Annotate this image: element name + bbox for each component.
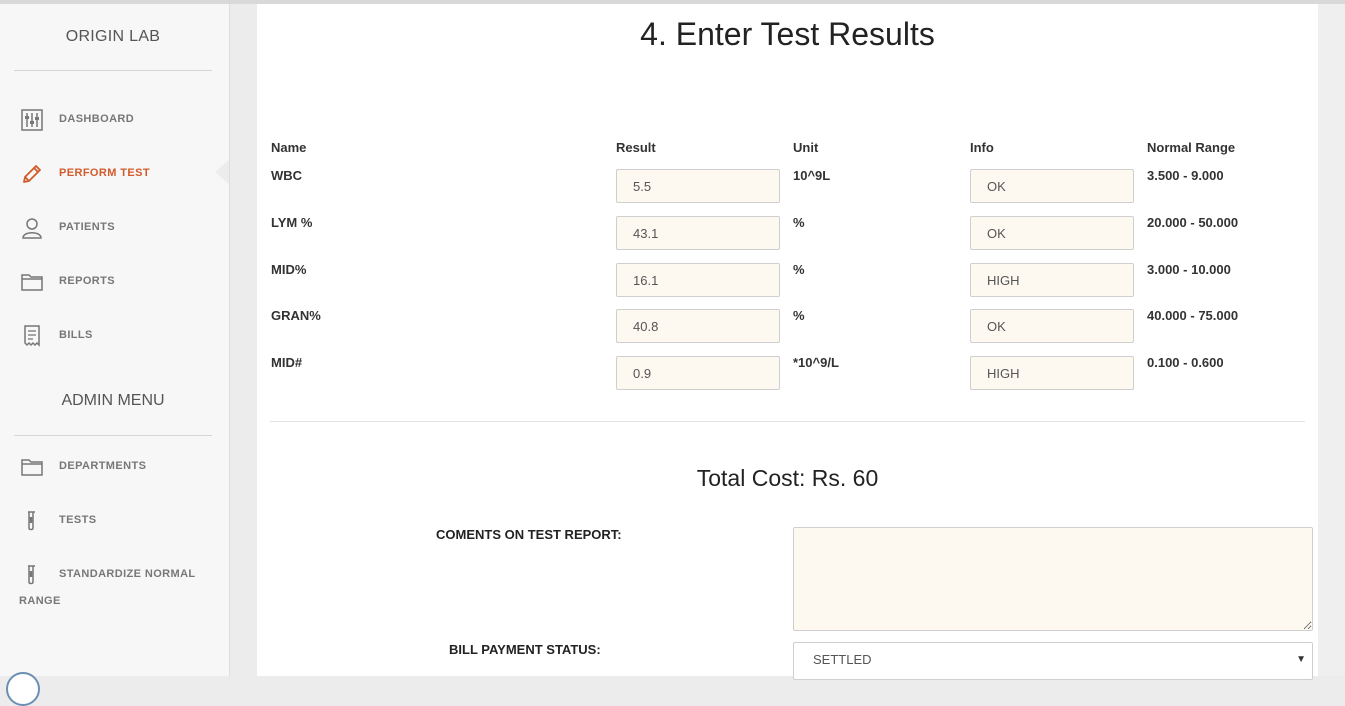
sidebar-item-dashboard[interactable]: DASHBOARD xyxy=(0,100,226,140)
result-row-unit: *10^9/L xyxy=(793,355,839,370)
chevron-down-icon: ▼ xyxy=(1296,654,1306,665)
column-header-name: Name xyxy=(271,140,307,155)
result-input[interactable] xyxy=(616,263,780,297)
receipt-icon xyxy=(24,325,40,347)
page-title: 4. Enter Test Results xyxy=(640,16,935,52)
payment-status-label: BILL PAYMENT STATUS: xyxy=(449,642,601,657)
result-row-range: 3.500 - 9.000 xyxy=(1147,168,1224,183)
sidebar-item-label: STANDARDIZE NORMAL xyxy=(59,568,196,580)
active-item-indicator xyxy=(215,160,229,184)
payment-status-value: SETTLED xyxy=(813,652,872,667)
result-row-unit: % xyxy=(793,215,805,230)
info-field[interactable] xyxy=(970,263,1134,297)
pencil-icon xyxy=(23,165,41,183)
info-field[interactable] xyxy=(970,309,1134,343)
section-divider xyxy=(270,421,1305,422)
sidebar-item-label: DASHBOARD xyxy=(59,113,135,125)
sidebar-item-standardize-normal-range[interactable]: STANDARDIZE NORMAL RANGE xyxy=(0,555,226,615)
result-input[interactable] xyxy=(616,309,780,343)
sidebar-item-label: PATIENTS xyxy=(59,221,115,233)
sidebar-item-label: TESTS xyxy=(59,514,97,526)
sidebar-item-reports[interactable]: REPORTS xyxy=(0,262,226,302)
sidebar-item-departments[interactable]: DEPARTMENTS xyxy=(0,447,226,487)
comments-label: COMENTS ON TEST REPORT: xyxy=(436,527,622,542)
column-header-unit: Unit xyxy=(793,140,819,155)
column-header-info: Info xyxy=(970,140,994,155)
result-input[interactable] xyxy=(616,216,780,250)
user-icon xyxy=(22,218,42,239)
sidebar-divider xyxy=(14,70,212,71)
sidebar-item-label-continued: RANGE xyxy=(19,595,61,607)
info-field[interactable] xyxy=(970,216,1134,250)
sidebar-item-label: REPORTS xyxy=(59,275,115,287)
result-row-name: MID# xyxy=(271,355,303,370)
sliders-icon xyxy=(21,109,43,131)
result-row-range: 40.000 - 75.000 xyxy=(1147,308,1239,323)
test-tube-icon xyxy=(28,511,35,531)
result-input[interactable] xyxy=(616,356,780,390)
result-row-range: 0.100 - 0.600 xyxy=(1147,355,1224,370)
sidebar-item-bills[interactable]: BILLS xyxy=(0,316,226,356)
column-header-result: Result xyxy=(616,140,656,155)
sidebar: ORIGIN LAB DASHBOARD PERFORM TEST PATIEN… xyxy=(0,4,230,706)
result-row-name: MID% xyxy=(271,262,307,277)
result-row-unit: % xyxy=(793,308,805,323)
result-row-range: 3.000 - 10.000 xyxy=(1147,262,1231,277)
test-tube-icon xyxy=(28,565,35,585)
sidebar-divider xyxy=(14,435,212,436)
info-field[interactable] xyxy=(970,169,1134,203)
comments-textarea[interactable] xyxy=(793,527,1313,631)
column-header-normal-range: Normal Range xyxy=(1147,140,1236,155)
result-row-name: LYM % xyxy=(271,215,313,230)
scrollbar-track[interactable] xyxy=(1318,4,1345,676)
result-row-name: GRAN% xyxy=(271,308,321,323)
sidebar-item-label: BILLS xyxy=(59,329,93,341)
folder-icon xyxy=(21,274,43,291)
sidebar-item-perform-test[interactable]: PERFORM TEST xyxy=(0,154,226,194)
total-cost: Total Cost: Rs. 60 xyxy=(696,465,879,491)
folder-icon xyxy=(21,459,43,476)
info-field[interactable] xyxy=(970,356,1134,390)
sidebar-item-label: PERFORM TEST xyxy=(59,167,150,179)
avatar[interactable] xyxy=(6,672,40,706)
admin-menu-title: ADMIN MENU xyxy=(61,392,165,409)
result-row-name: WBC xyxy=(271,168,303,183)
result-row-unit: % xyxy=(793,262,805,277)
result-row-unit: 10^9L xyxy=(793,168,831,183)
sidebar-item-patients[interactable]: PATIENTS xyxy=(0,208,226,248)
result-input[interactable] xyxy=(616,169,780,203)
payment-status-select[interactable]: SETTLED ▼ xyxy=(793,642,1313,680)
brand-title: ORIGIN LAB xyxy=(65,28,161,45)
sidebar-item-label: DEPARTMENTS xyxy=(59,460,147,472)
main-panel: 4. Enter Test Results Name Result Unit I… xyxy=(257,4,1318,680)
sidebar-item-tests[interactable]: TESTS xyxy=(0,501,226,541)
result-row-range: 20.000 - 50.000 xyxy=(1147,215,1239,230)
